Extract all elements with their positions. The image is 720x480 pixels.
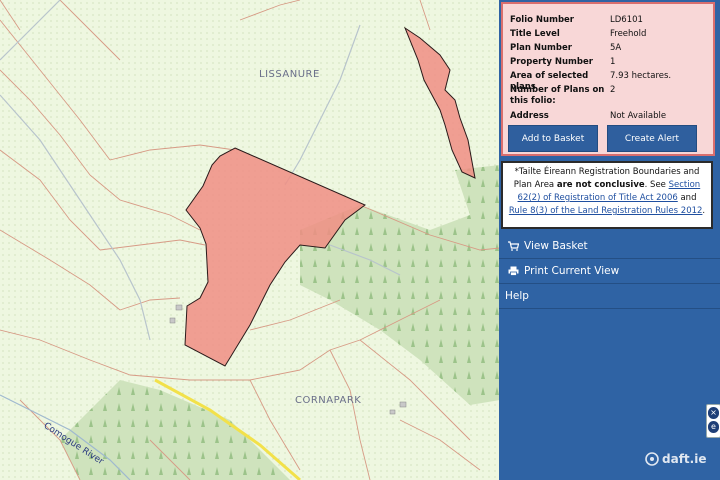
close-icon[interactable]: × bbox=[708, 407, 719, 419]
map-canvas[interactable] bbox=[0, 0, 500, 480]
folio-info-box: Folio Number LD6101 Title Level Freehold… bbox=[501, 2, 715, 156]
info-icon[interactable]: e bbox=[708, 421, 719, 433]
add-to-basket-button[interactable]: Add to Basket bbox=[508, 125, 598, 152]
note-end: . bbox=[702, 206, 706, 216]
info-value: 1 bbox=[610, 57, 616, 67]
print-view-menu-item[interactable]: Print Current View bbox=[499, 259, 720, 283]
create-alert-button[interactable]: Create Alert bbox=[607, 125, 697, 152]
info-key: Title Level bbox=[510, 29, 560, 39]
info-key: Property Number bbox=[510, 57, 593, 67]
menu-divider bbox=[499, 308, 720, 309]
townland-label-lissanure: LISSANURE bbox=[259, 69, 320, 80]
info-value: 2 bbox=[610, 85, 616, 95]
note-text: . See bbox=[644, 180, 669, 190]
info-key: Number of Plans on this folio: bbox=[510, 85, 605, 106]
info-value: 5A bbox=[610, 43, 622, 53]
help-menu-item[interactable]: Help bbox=[499, 284, 720, 308]
side-toolbar: × e bbox=[706, 404, 720, 438]
print-view-label: Print Current View bbox=[524, 265, 620, 277]
info-value: LD6101 bbox=[610, 15, 643, 25]
help-label: Help bbox=[505, 290, 529, 302]
map-view[interactable]: LISSANURE CORNAPARK Comogue River bbox=[0, 0, 500, 480]
daft-watermark: daft.ie bbox=[645, 452, 706, 466]
note-text: and bbox=[677, 193, 697, 203]
cart-icon bbox=[502, 241, 524, 251]
watermark-text: daft.ie bbox=[662, 452, 707, 466]
info-key: Folio Number bbox=[510, 15, 574, 25]
info-key: Plan Number bbox=[510, 43, 572, 53]
daft-logo-icon bbox=[645, 452, 659, 466]
disclaimer-note: *Tailte Éireann Registration Boundaries … bbox=[501, 161, 713, 229]
printer-icon bbox=[502, 266, 524, 276]
view-basket-label: View Basket bbox=[524, 240, 588, 252]
townland-label-cornapark: CORNAPARK bbox=[295, 395, 362, 406]
side-panel: Folio Number LD6101 Title Level Freehold… bbox=[499, 0, 720, 480]
note-bold: are not conclusive bbox=[556, 180, 645, 190]
info-key: Address bbox=[510, 111, 549, 121]
view-basket-menu-item[interactable]: View Basket bbox=[499, 234, 720, 258]
rule-8-link[interactable]: Rule 8(3) of the Land Registration Rules… bbox=[509, 206, 703, 216]
info-value: 7.93 hectares. bbox=[610, 71, 672, 81]
info-value: Not Available bbox=[610, 111, 667, 121]
info-value: Freehold bbox=[610, 29, 647, 39]
